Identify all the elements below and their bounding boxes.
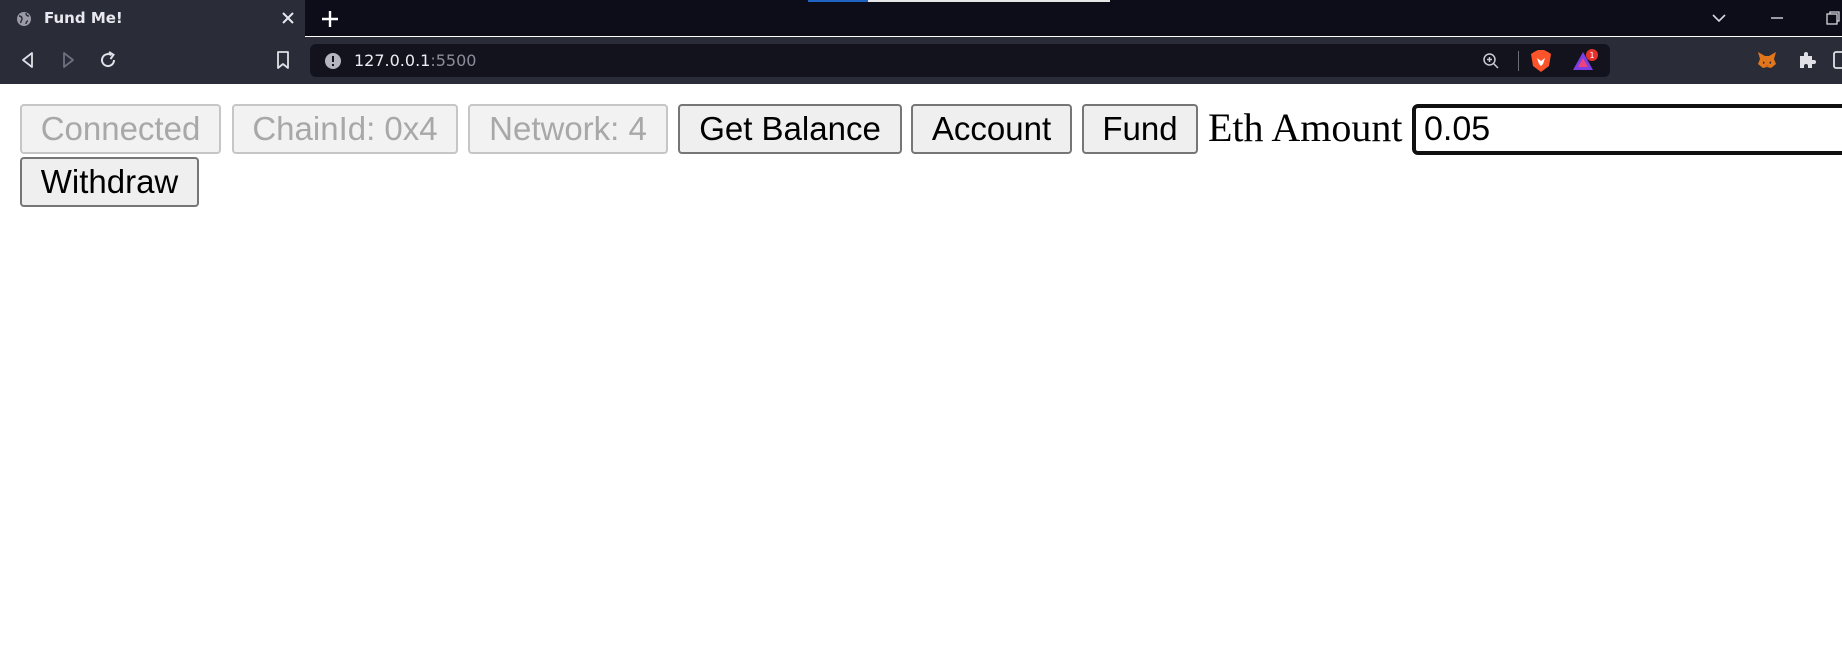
url-port: :5500 [430,51,477,70]
metamask-fox-icon[interactable] [1756,49,1778,71]
close-tab-icon[interactable] [280,10,296,26]
brave-shields-icon[interactable] [1530,49,1552,73]
zoom-icon[interactable] [1482,52,1500,70]
site-info-icon[interactable] [324,52,342,70]
browser-tab-bar: Fund Me! [0,0,1842,37]
eth-amount-input[interactable]: 0.05 [1412,104,1842,155]
withdraw-button[interactable]: Withdraw [20,157,199,207]
account-button[interactable]: Account [911,104,1072,154]
fund-button[interactable]: Fund [1082,104,1198,154]
rewards-badge: 1 [1589,51,1594,60]
sidebar-icon[interactable] [1832,49,1842,71]
address-bar[interactable]: 127.0.0.1:5500 1 [310,44,1610,77]
tab-strip-highlight [808,0,868,2]
address-bar-divider [1518,51,1519,71]
extensions-puzzle-icon[interactable] [1796,49,1818,71]
page-content: Connected ChainId: 0x4 Network: 4 Get Ba… [0,84,1842,662]
tab-title: Fund Me! [44,9,123,27]
connected-button: Connected [20,104,221,154]
tab-search-chevron-icon[interactable] [1710,9,1728,27]
tab-strip-highlight [868,0,1110,2]
bookmark-icon[interactable] [273,50,293,70]
url-host: 127.0.0.1 [354,51,431,70]
globe-icon [17,12,31,26]
chain-id-button: ChainId: 0x4 [232,104,458,154]
minimize-icon[interactable] [1768,9,1786,27]
eth-amount-label: Eth Amount [1208,105,1403,150]
forward-icon[interactable] [58,50,78,70]
brave-rewards-icon[interactable]: 1 [1572,49,1598,73]
network-button: Network: 4 [468,104,668,154]
back-icon[interactable] [18,50,38,70]
get-balance-button[interactable]: Get Balance [678,104,902,154]
address-url: 127.0.0.1:5500 [354,51,476,70]
reload-icon[interactable] [98,50,118,70]
browser-tab-fund-me[interactable]: Fund Me! [0,0,305,37]
restore-icon[interactable] [1824,9,1842,27]
new-tab-icon[interactable] [320,9,340,29]
browser-toolbar: 127.0.0.1:5500 1 [0,37,1842,84]
